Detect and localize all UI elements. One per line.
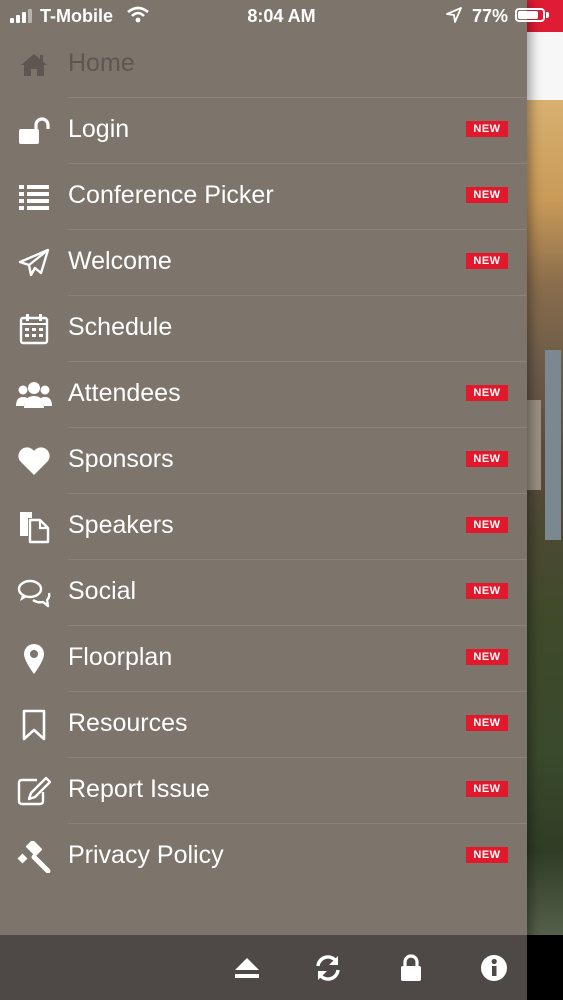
menu-item-login[interactable]: Login NEW — [0, 98, 527, 164]
lock-icon[interactable] — [396, 953, 426, 983]
background-footer — [527, 935, 563, 1000]
status-bar: T-Mobile 8:04 AM 77% — [0, 0, 549, 32]
calendar-icon — [16, 311, 52, 347]
menu-list: Home Login NEW Conference Picker NEW Wel… — [0, 32, 527, 890]
menu-item-social[interactable]: Social NEW — [0, 560, 527, 626]
refresh-icon[interactable] — [313, 953, 343, 983]
menu-item-home[interactable]: Home — [0, 32, 527, 98]
menu-item-label: Attendees — [68, 379, 181, 407]
new-badge: NEW — [466, 121, 508, 137]
new-badge: NEW — [466, 451, 508, 467]
menu-item-label: Welcome — [68, 247, 172, 275]
home-icon — [16, 47, 52, 83]
menu-item-attendees[interactable]: Attendees NEW — [0, 362, 527, 428]
menu-item-label: Floorplan — [68, 643, 173, 671]
new-badge: NEW — [466, 649, 508, 665]
info-icon[interactable] — [479, 953, 509, 983]
background-building — [545, 350, 561, 540]
unlock-icon — [16, 113, 52, 149]
menu-item-speakers[interactable]: Speakers NEW — [0, 494, 527, 560]
menu-item-schedule[interactable]: Schedule — [0, 296, 527, 362]
users-icon — [16, 377, 52, 413]
bottom-toolbar — [0, 935, 527, 1000]
battery-icon — [515, 8, 545, 22]
menu-item-floorplan[interactable]: Floorplan NEW — [0, 626, 527, 692]
menu-item-label: Resources — [68, 709, 188, 737]
background-building — [527, 400, 541, 490]
menu-item-report-issue[interactable]: Report Issue NEW — [0, 758, 527, 824]
menu-item-conference-picker[interactable]: Conference Picker NEW — [0, 164, 527, 230]
menu-item-label: Privacy Policy — [68, 841, 224, 869]
menu-item-label: Speakers — [68, 511, 174, 539]
location-arrow-icon — [446, 7, 462, 28]
new-badge: NEW — [466, 253, 508, 269]
menu-item-label: Schedule — [68, 313, 173, 341]
menu-item-sponsors[interactable]: Sponsors NEW — [0, 428, 527, 494]
map-pin-icon — [16, 641, 52, 677]
navigation-drawer: T-Mobile 8:04 AM 77% Home Login NEW Conf… — [0, 0, 549, 1000]
battery-tip — [546, 12, 549, 18]
heart-icon — [16, 443, 52, 479]
new-badge: NEW — [466, 187, 508, 203]
new-badge: NEW — [466, 715, 508, 731]
menu-item-label: Conference Picker — [68, 181, 274, 209]
menu-item-label: Social — [68, 577, 137, 605]
menu-item-label: Login — [68, 115, 130, 143]
new-badge: NEW — [466, 847, 508, 863]
paper-plane-icon — [16, 245, 52, 281]
new-badge: NEW — [466, 517, 508, 533]
menu-item-label: Sponsors — [68, 445, 174, 473]
battery-percent: 77% — [472, 6, 509, 26]
new-badge: NEW — [466, 583, 508, 599]
edit-icon — [16, 773, 52, 809]
background-city-photo — [527, 100, 563, 935]
menu-item-label: Report Issue — [68, 775, 210, 803]
menu-item-privacy-policy[interactable]: Privacy Policy NEW — [0, 824, 527, 890]
gavel-icon — [16, 839, 52, 875]
menu-item-label: Home — [68, 49, 135, 77]
list-icon — [16, 179, 52, 215]
new-badge: NEW — [466, 781, 508, 797]
new-badge: NEW — [466, 385, 508, 401]
documents-icon — [16, 509, 52, 545]
background-app-content — [527, 0, 563, 1000]
chat-bubbles-icon — [16, 575, 52, 611]
bookmark-icon — [16, 707, 52, 743]
menu-item-resources[interactable]: Resources NEW — [0, 692, 527, 758]
eject-icon[interactable] — [232, 953, 262, 983]
menu-item-welcome[interactable]: Welcome NEW — [0, 230, 527, 296]
